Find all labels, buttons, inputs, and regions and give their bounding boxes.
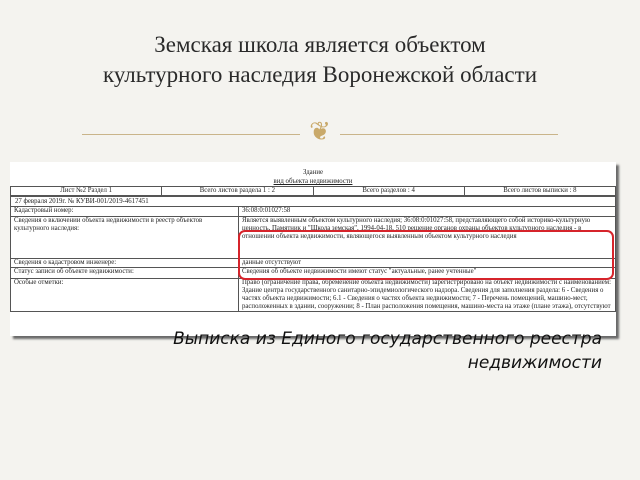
- row-value: 36:08:0:01027:58: [238, 206, 616, 217]
- slide-title-line-2: культурного наследия Воронежской области: [102, 62, 538, 87]
- table-row: Особые отметки: Право (ограничение права…: [10, 278, 616, 312]
- divider-right: [340, 134, 558, 135]
- grid-cell: Всего разделов : 4: [312, 186, 465, 196]
- caption-line-2: недвижимости: [467, 353, 602, 373]
- grid-cell: Всего листов выписки : 8: [463, 186, 616, 196]
- row-value: Право (ограничение права, обременение об…: [238, 278, 616, 312]
- slide-title: Земская школа является объектом культурн…: [0, 30, 640, 90]
- doc-heading: Здание: [302, 169, 323, 176]
- row-label: Сведения о включении объекта недвижимост…: [10, 216, 239, 259]
- slide-title-line-1: Земская школа является объектом: [154, 32, 486, 57]
- doc-grid-table: Лист №2 Раздел 1 Всего листов раздела 1 …: [10, 186, 616, 196]
- row-label: Кадастровый номер:: [10, 206, 239, 217]
- divider-left: [82, 134, 300, 135]
- row-label: Статус записи об объекте недвижимости:: [10, 267, 239, 279]
- doc-subheading: вид объекта недвижимости: [273, 178, 353, 185]
- row-label: Особые отметки:: [10, 278, 239, 312]
- table-row: Кадастровый номер: 36:08:0:01027:58: [10, 206, 616, 217]
- slide-caption: Выписка из Единого государственного реес…: [173, 327, 602, 375]
- doc-date-line: 27 февраля 2019г. № КУВИ-001/2019-461745…: [10, 196, 616, 206]
- caption-line-1: Выписка из Единого государственного реес…: [173, 329, 602, 349]
- row-label: Сведения о кадастровом инженере:: [10, 258, 239, 268]
- ornament-icon: ❦: [309, 117, 331, 147]
- grid-cell: Всего листов раздела 1 : 2: [161, 186, 314, 196]
- red-highlight-frame: [238, 230, 614, 280]
- grid-cell: Лист №2 Раздел 1: [10, 186, 163, 196]
